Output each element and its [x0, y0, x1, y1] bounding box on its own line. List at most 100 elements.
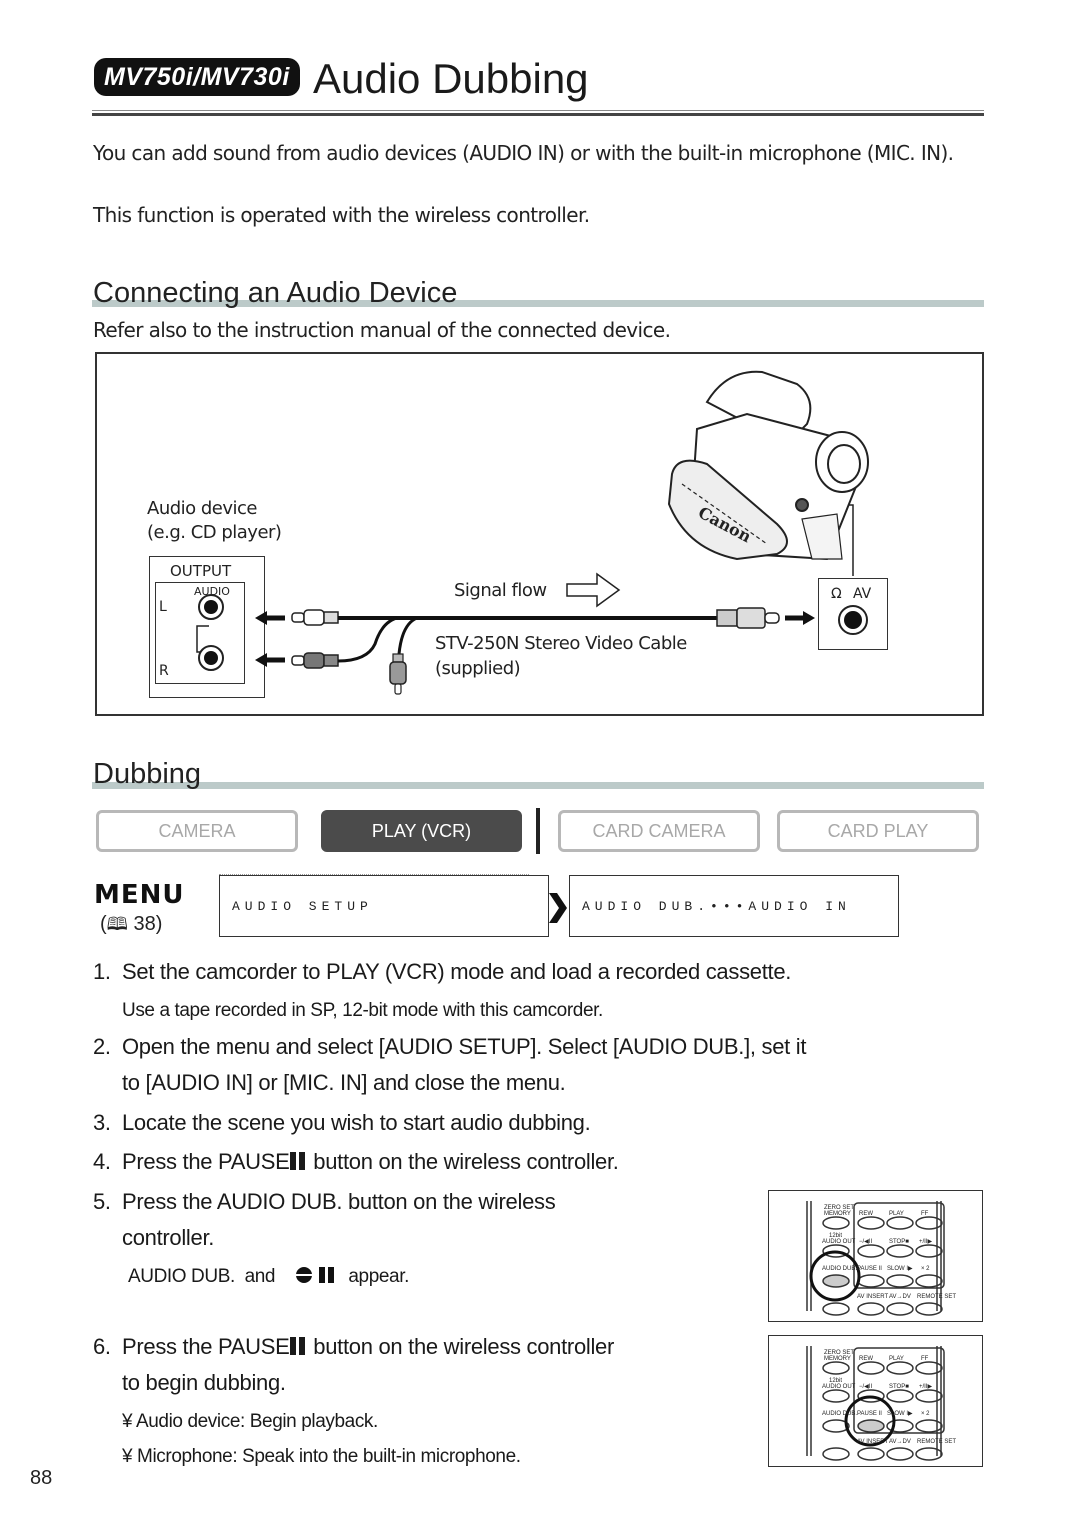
step-text: Set the camcorder to PLAY (VCR) mode and…: [122, 959, 792, 984]
step-number: 5.: [93, 1189, 111, 1214]
rca-plug-white-icon: [291, 609, 339, 626]
step-text: controller.: [122, 1225, 215, 1250]
pause-icon: [289, 1330, 308, 1366]
svg-text:AUDIO OUT: AUDIO OUT: [822, 1384, 856, 1390]
connection-diagram: Audio device (e.g. CD player) OUTPUT AUD…: [95, 352, 984, 716]
remote-illustration-pause: ZERO SET MEMORY REW PLAY FF 12bit AUDIO …: [768, 1335, 983, 1467]
title-rule: [92, 110, 984, 111]
svg-text:SLOW I▶: SLOW I▶: [887, 1266, 913, 1272]
step-number: 6.: [93, 1334, 111, 1359]
step-6: 6. Press the PAUSE button on the wireles…: [93, 1329, 753, 1401]
remote-illustration-audio-dub: ZERO SET MEMORY REW PLAY FF 12bit AUDIO …: [768, 1190, 983, 1322]
rca-plug-red-icon: [291, 652, 339, 669]
svg-text:AUDIO OUT: AUDIO OUT: [822, 1239, 856, 1245]
section-title-connecting: Connecting an Audio Device: [93, 277, 458, 309]
menu-label: MENU: [94, 880, 185, 910]
menu-chevron-icon: [549, 893, 567, 923]
step-number: 1.: [93, 959, 111, 984]
menu-item-audio-dub: AUDIO DUB.•••AUDIO IN: [569, 875, 899, 937]
step-4: 4. Press the PAUSE button on the wireles…: [93, 1144, 793, 1180]
svg-text:PAUSE II: PAUSE II: [857, 1266, 882, 1272]
signal-flow-arrow-icon: [566, 572, 621, 608]
step-text: Press the PAUSE: [122, 1149, 290, 1174]
arrow-left-icon: [255, 611, 285, 625]
svg-text:−/◀II: −/◀II: [859, 1384, 872, 1390]
step-6-bullet: ¥ Microphone: Speak into the built-in mi…: [122, 1446, 521, 1467]
page-title: Audio Dubbing: [313, 55, 589, 102]
svg-text:MEMORY: MEMORY: [824, 1356, 851, 1362]
rca-plug-video-icon: [389, 653, 407, 695]
svg-text:+/II▶: +/II▶: [919, 1384, 933, 1390]
step-note-text: AUDIO DUB. and: [128, 1266, 276, 1287]
arrow-left-icon: [255, 653, 285, 667]
step-note-text: appear.: [348, 1266, 409, 1287]
pause-icon: [289, 1145, 308, 1181]
step-text: Locate the scene you wish to start audio…: [122, 1110, 591, 1135]
svg-text:REW: REW: [859, 1356, 873, 1362]
step-text: Open the menu and select [AUDIO SETUP]. …: [122, 1034, 807, 1059]
page-number: 88: [30, 1467, 53, 1489]
svg-text:AV INSERT: AV INSERT: [857, 1294, 888, 1300]
menu-item-audio-setup: AUDIO SETUP: [219, 875, 549, 937]
svg-text:AV→DV: AV→DV: [889, 1439, 911, 1445]
svg-text:FF: FF: [921, 1356, 929, 1362]
svg-text:PAUSE II: PAUSE II: [857, 1411, 882, 1417]
step-1-note: Use a tape recorded in SP, 12-bit mode w…: [122, 1000, 603, 1021]
step-2: 2. Open the menu and select [AUDIO SETUP…: [93, 1029, 973, 1101]
menu-page-ref: (🕮 38): [100, 913, 163, 935]
step-number: 2.: [93, 1034, 111, 1059]
svg-text:REW: REW: [859, 1211, 873, 1217]
intro-paragraph-2: This function is operated with the wirel…: [93, 203, 590, 227]
step-text: Press the AUDIO DUB. button on the wirel…: [122, 1189, 556, 1214]
svg-text:STOP■: STOP■: [889, 1384, 909, 1390]
svg-text:REMOTE SET: REMOTE SET: [917, 1439, 956, 1445]
left-rca-jack-icon: [198, 594, 224, 620]
right-rca-jack-icon: [198, 645, 224, 671]
step-number: 4.: [93, 1149, 111, 1174]
mode-card-camera: CARD CAMERA: [558, 810, 760, 852]
svg-text:× 2: × 2: [921, 1266, 930, 1272]
av-jack-icon: [838, 605, 868, 635]
svg-text:STOP■: STOP■: [889, 1239, 909, 1245]
menu-page-number: 38: [133, 913, 156, 935]
camcorder-illustration: [667, 370, 869, 561]
svg-text:× 2: × 2: [921, 1411, 930, 1417]
section-note: Refer also to the instruction manual of …: [93, 318, 671, 342]
step-text: to begin dubbing.: [122, 1370, 286, 1395]
audio-dub-pause-icon: [294, 1266, 339, 1290]
step-1: 1. Set the camcorder to PLAY (VCR) mode …: [93, 954, 973, 990]
svg-text:+/II▶: +/II▶: [919, 1239, 933, 1245]
title-rule-thick: [92, 113, 984, 116]
svg-text:AUDIO DUB.: AUDIO DUB.: [822, 1411, 857, 1417]
arrow-right-icon: [785, 611, 815, 625]
mini-plug-icon: [716, 607, 780, 629]
step-text: Press the PAUSE: [122, 1334, 290, 1359]
svg-text:AUDIO DUB.: AUDIO DUB.: [822, 1266, 857, 1272]
step-5-note: AUDIO DUB. and appear.: [128, 1266, 409, 1290]
step-6-bullet: ¥ Audio device: Begin playback.: [122, 1411, 378, 1432]
step-text: button on the wireless controller.: [307, 1149, 619, 1174]
step-3: 3. Locate the scene you wish to start au…: [93, 1105, 973, 1141]
svg-text:AV→DV: AV→DV: [889, 1294, 911, 1300]
svg-text:REMOTE SET: REMOTE SET: [917, 1294, 956, 1300]
intro-paragraph: You can add sound from audio devices (AU…: [93, 141, 954, 165]
step-number: 3.: [93, 1110, 111, 1135]
svg-text:SLOW I▶: SLOW I▶: [887, 1411, 913, 1417]
section-underline: [92, 782, 984, 789]
svg-text:−/◀II: −/◀II: [859, 1239, 872, 1245]
diagram-graphics: Canon: [196, 370, 869, 695]
book-icon: 🕮: [106, 914, 128, 934]
remote-graphic: ZERO SET MEMORY REW PLAY FF 12bit AUDIO …: [806, 1346, 956, 1461]
model-badge: MV750i/MV730i: [94, 58, 300, 96]
step-5: 5. Press the AUDIO DUB. button on the wi…: [93, 1184, 733, 1256]
mode-separator: [536, 808, 540, 854]
mode-play-vcr: PLAY (VCR): [321, 810, 522, 852]
section-title-dubbing: Dubbing: [93, 758, 202, 790]
mode-card-play: CARD PLAY: [777, 810, 979, 852]
mode-camera: CAMERA: [96, 810, 298, 852]
svg-text:MEMORY: MEMORY: [824, 1211, 851, 1217]
svg-text:PLAY: PLAY: [889, 1356, 904, 1362]
remote-graphic: ZERO SET MEMORY REW PLAY FF 12bit AUDIO …: [806, 1201, 956, 1316]
step-text: button on the wireless controller: [307, 1334, 615, 1359]
svg-text:AV INSERT: AV INSERT: [857, 1439, 888, 1445]
